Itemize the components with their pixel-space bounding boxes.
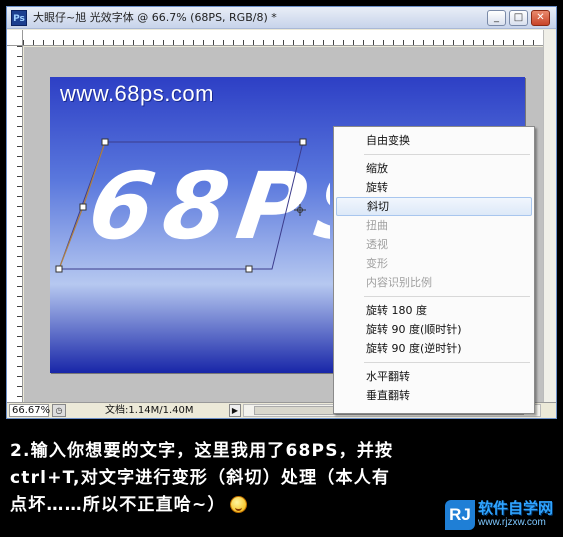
vertical-scrollbar[interactable] bbox=[543, 30, 556, 402]
menu-item-warp: 变形 bbox=[366, 257, 388, 270]
watermark-text: www.68ps.com bbox=[60, 81, 214, 106]
close-button[interactable]: ✕ bbox=[531, 10, 550, 26]
minimize-button[interactable]: _ bbox=[487, 10, 506, 26]
grinning-emoji-icon bbox=[229, 496, 247, 513]
transform-context-menu: 自由变换 缩放 旋转 斜切 扭曲 透视 变形 内容识别比例 旋转 180 度 旋… bbox=[333, 126, 535, 414]
menu-item-scale[interactable]: 缩放 bbox=[336, 159, 532, 178]
menu-item-perspective: 透视 bbox=[366, 238, 388, 251]
status-preview-icon[interactable]: ◷ bbox=[52, 404, 66, 417]
caption-line-2: ctrl+T,对文字进行变形（斜切）处理（本人有 bbox=[10, 468, 391, 488]
site-logo: RJ 软件自学网 www.rjzxw.com bbox=[445, 499, 559, 531]
window-title: 大眼仔~旭 光效字体 @ 66.7% (68PS, RGB/8) * bbox=[33, 11, 277, 24]
horizontal-ruler[interactable] bbox=[23, 30, 543, 46]
site-logo-name: 软件自学网 bbox=[478, 499, 554, 517]
caption-line-3-text: 点坏……所以不正直哈~） bbox=[10, 495, 226, 515]
canvas-workspace[interactable]: www.68ps.com 68PS 自由变换 缩放 旋转 斜切 扭曲 透视 变形… bbox=[24, 47, 543, 414]
title-bar[interactable]: Ps 大眼仔~旭 光效字体 @ 66.7% (68PS, RGB/8) * _ … bbox=[7, 7, 556, 29]
site-logo-mark: RJ bbox=[445, 500, 475, 530]
ruler-origin[interactable] bbox=[7, 30, 23, 46]
menu-separator bbox=[364, 362, 530, 363]
menu-item-flip-vertical[interactable]: 垂直翻转 bbox=[336, 386, 532, 405]
text-layer[interactable]: 68PS bbox=[90, 147, 330, 267]
menu-separator bbox=[364, 154, 530, 155]
vertical-ruler[interactable] bbox=[7, 46, 23, 402]
caption-line-1: 2.输入你想要的文字，这里我用了68PS，并按 bbox=[10, 441, 394, 461]
maximize-button[interactable]: □ bbox=[509, 10, 528, 26]
zoom-level-field[interactable]: 66.67% bbox=[9, 404, 50, 417]
menu-item-flip-horizontal[interactable]: 水平翻转 bbox=[336, 367, 532, 386]
photoshop-document-window: Ps 大眼仔~旭 光效字体 @ 66.7% (68PS, RGB/8) * _ … bbox=[6, 6, 557, 419]
menu-item-rotate-90-ccw[interactable]: 旋转 90 度(逆时针) bbox=[336, 339, 532, 358]
menu-item-content-aware-scale: 内容识别比例 bbox=[366, 276, 432, 289]
menu-separator bbox=[364, 296, 530, 297]
menu-item-free-transform[interactable]: 自由变换 bbox=[336, 131, 532, 150]
photoshop-app-icon: Ps bbox=[11, 10, 27, 26]
menu-item-skew[interactable]: 斜切 bbox=[336, 197, 532, 216]
document-size-info: 文档:1.14M/1.40M bbox=[105, 405, 194, 416]
menu-item-rotate[interactable]: 旋转 bbox=[336, 178, 532, 197]
site-logo-url: www.rjzxw.com bbox=[478, 517, 546, 528]
text-layer-content: 68PS bbox=[90, 153, 330, 260]
menu-item-distort: 扭曲 bbox=[366, 219, 388, 232]
menu-item-rotate-90-cw[interactable]: 旋转 90 度(顺时针) bbox=[336, 320, 532, 339]
menu-item-rotate-180[interactable]: 旋转 180 度 bbox=[336, 301, 532, 320]
status-menu-arrow-icon[interactable]: ▶ bbox=[229, 404, 241, 417]
